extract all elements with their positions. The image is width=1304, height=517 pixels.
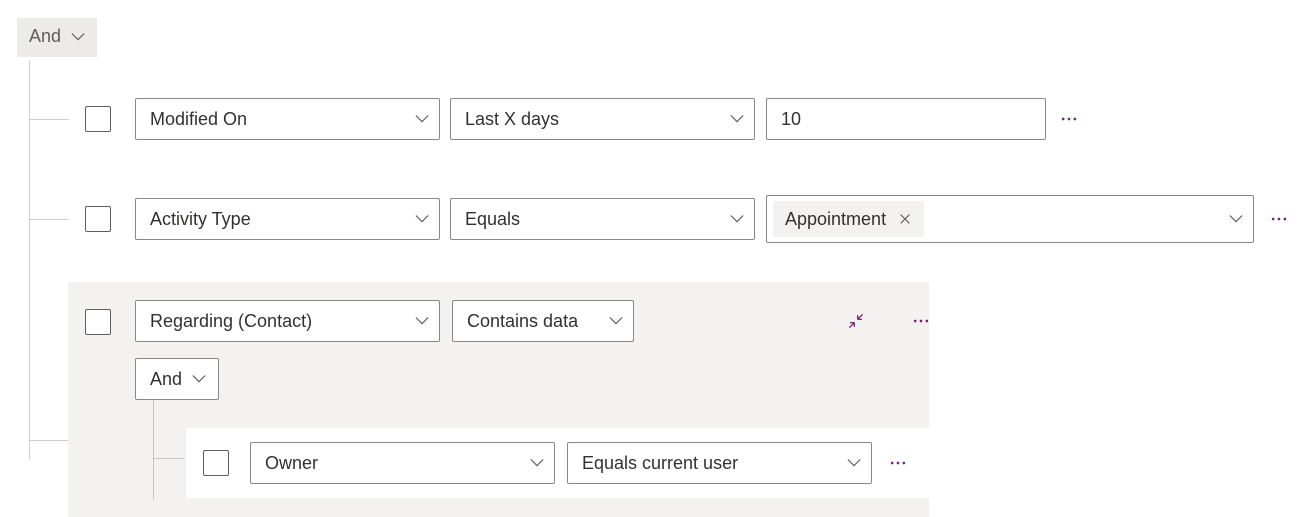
chevron-down-icon bbox=[71, 30, 85, 44]
chevron-down-icon bbox=[609, 314, 623, 328]
row-more-button[interactable] bbox=[883, 448, 913, 478]
row-more-button[interactable] bbox=[1054, 104, 1084, 134]
operator-select-label: Equals bbox=[465, 209, 520, 230]
field-select-label: Modified On bbox=[150, 109, 247, 130]
tree-line-vertical bbox=[153, 400, 154, 500]
tree-line-horizontal bbox=[153, 458, 185, 459]
close-icon[interactable] bbox=[898, 212, 912, 226]
value-input-days[interactable]: 10 bbox=[766, 98, 1046, 140]
chevron-down-icon bbox=[847, 456, 861, 470]
value-multiselect-activity-type[interactable]: Appointment bbox=[766, 195, 1254, 243]
group-operator-related-label: And bbox=[150, 369, 182, 390]
row-checkbox[interactable] bbox=[85, 206, 111, 232]
collapse-icon[interactable] bbox=[841, 306, 871, 336]
operator-select-equals[interactable]: Equals bbox=[450, 198, 755, 240]
field-select-activity-type[interactable]: Activity Type bbox=[135, 198, 440, 240]
operator-select-label: Equals current user bbox=[582, 453, 738, 474]
tree-line-horizontal bbox=[29, 440, 69, 441]
group-operator-root-label: And bbox=[29, 26, 61, 47]
field-select-label: Owner bbox=[265, 453, 318, 474]
chevron-down-icon bbox=[730, 112, 744, 126]
field-select-modified-on[interactable]: Modified On bbox=[135, 98, 440, 140]
tree-line-vertical bbox=[29, 60, 30, 460]
group-operator-root[interactable]: And bbox=[17, 18, 97, 57]
row-checkbox[interactable] bbox=[85, 106, 111, 132]
related-condition-label: Contains data bbox=[467, 311, 578, 332]
related-condition-select[interactable]: Contains data bbox=[452, 300, 634, 342]
chevron-down-icon bbox=[530, 456, 544, 470]
chevron-down-icon bbox=[415, 314, 429, 328]
row-more-button[interactable] bbox=[1264, 204, 1294, 234]
operator-select-last-x-days[interactable]: Last X days bbox=[450, 98, 755, 140]
chevron-down-icon bbox=[1229, 212, 1243, 226]
chevron-down-icon bbox=[192, 372, 206, 386]
related-entity-group: Regarding (Contact) Contains data And Ow… bbox=[68, 282, 929, 517]
field-select-label: Activity Type bbox=[150, 209, 251, 230]
row-checkbox[interactable] bbox=[203, 450, 229, 476]
group-operator-related[interactable]: And bbox=[135, 358, 219, 400]
tree-line-horizontal bbox=[29, 119, 69, 120]
row-checkbox[interactable] bbox=[85, 309, 111, 335]
chevron-down-icon bbox=[730, 212, 744, 226]
value-input-text: 10 bbox=[781, 109, 801, 130]
operator-select-equals-current-user[interactable]: Equals current user bbox=[567, 442, 872, 484]
field-select-owner[interactable]: Owner bbox=[250, 442, 555, 484]
related-entity-label: Regarding (Contact) bbox=[150, 311, 312, 332]
tree-line-horizontal bbox=[29, 219, 69, 220]
chevron-down-icon bbox=[415, 112, 429, 126]
chip-appointment: Appointment bbox=[773, 201, 924, 237]
related-more-button[interactable] bbox=[906, 306, 936, 336]
chip-label: Appointment bbox=[785, 209, 886, 230]
chevron-down-icon bbox=[415, 212, 429, 226]
related-condition-row: Owner Equals current user bbox=[186, 428, 929, 498]
operator-select-label: Last X days bbox=[465, 109, 559, 130]
related-entity-select[interactable]: Regarding (Contact) bbox=[135, 300, 440, 342]
